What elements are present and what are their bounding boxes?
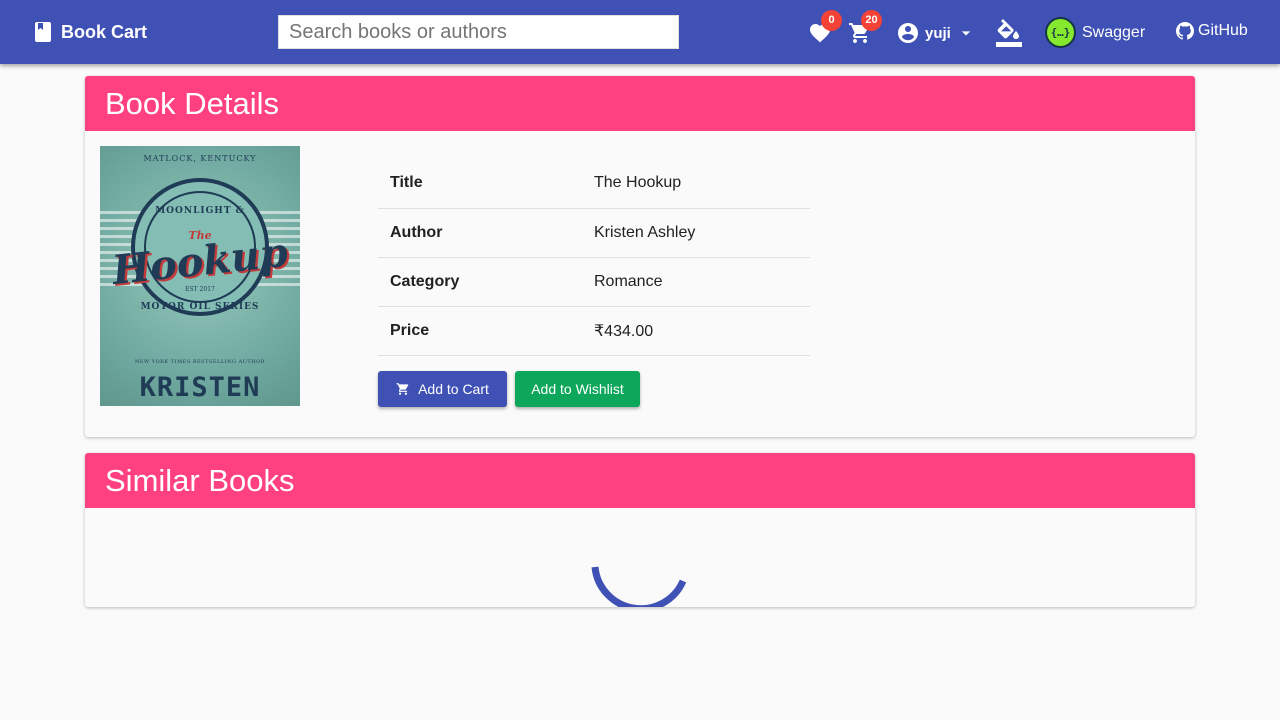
book-icon xyxy=(35,22,51,42)
cover-est-text: EST 2017 xyxy=(185,286,215,293)
top-toolbar: Book Cart 0 20 yuji {…} Swagger xyxy=(0,0,1280,64)
price-label: Price xyxy=(378,306,594,356)
cover-author-text: KRISTEN ASHLEY xyxy=(139,372,261,406)
book-info-table: Title The Hookup Author Kristen Ashley C… xyxy=(378,159,810,356)
theme-picker-button[interactable] xyxy=(996,19,1022,52)
search-input[interactable] xyxy=(278,15,679,49)
github-label: GitHub xyxy=(1198,22,1248,39)
swagger-link[interactable]: {…} Swagger xyxy=(1045,17,1145,48)
category-label: Category xyxy=(378,257,594,307)
brand-link[interactable]: Book Cart xyxy=(34,21,147,43)
cover-location-text: MATLOCK, KENTUCKY xyxy=(143,154,257,163)
book-details-heading: Book Details xyxy=(85,76,1195,131)
title-value: The Hookup xyxy=(594,159,810,209)
cover-tagline-text: NEW YORK TIMES BESTSELLING AUTHOR xyxy=(135,359,265,365)
cover-series-bottom-text: MOTOR OIL SERIES xyxy=(140,302,260,312)
price-value: ₹434.00 xyxy=(594,306,810,356)
wishlist-count-badge: 0 xyxy=(821,10,842,31)
paint-bucket-icon xyxy=(996,19,1022,47)
account-icon xyxy=(898,23,918,43)
github-link[interactable]: GitHub xyxy=(1176,22,1248,40)
add-to-cart-button[interactable]: Add to Cart xyxy=(378,371,507,407)
table-row: Category Romance xyxy=(378,257,810,307)
similar-books-card: Similar Books xyxy=(85,453,1195,607)
wishlist-button[interactable]: 0 xyxy=(808,10,842,50)
dropdown-icon xyxy=(961,31,971,36)
cart-button[interactable]: 20 xyxy=(848,10,882,50)
brand-title: Book Cart xyxy=(61,21,148,42)
swagger-icon: {…} xyxy=(1045,17,1076,48)
table-row: Title The Hookup xyxy=(378,159,810,209)
username-label: yuji xyxy=(925,24,951,42)
author-label: Author xyxy=(378,208,594,258)
add-to-cart-label: Add to Cart xyxy=(418,381,489,397)
loading-spinner xyxy=(591,566,687,607)
add-to-wishlist-button[interactable]: Add to Wishlist xyxy=(515,371,640,407)
table-row: Author Kristen Ashley xyxy=(378,208,810,258)
similar-books-heading: Similar Books xyxy=(85,453,1195,508)
cover-series-top-text: MOONLIGHT & xyxy=(155,206,245,216)
add-to-wishlist-label: Add to Wishlist xyxy=(531,381,624,397)
cart-icon xyxy=(396,383,409,395)
title-label: Title xyxy=(378,159,594,209)
swagger-label: Swagger xyxy=(1082,23,1146,41)
author-value: Kristen Ashley xyxy=(594,208,810,258)
table-row: Price ₹434.00 xyxy=(378,306,810,356)
book-cover-image: MATLOCK, KENTUCKY MOONLIGHT & The Hookup… xyxy=(100,146,300,406)
github-icon xyxy=(1176,22,1194,40)
category-value: Romance xyxy=(594,257,810,307)
user-menu[interactable]: yuji xyxy=(896,21,976,45)
book-details-card: Book Details MATLOCK, KENTUCKY MOONLIGHT… xyxy=(85,76,1195,437)
cart-count-badge: 20 xyxy=(861,10,882,31)
